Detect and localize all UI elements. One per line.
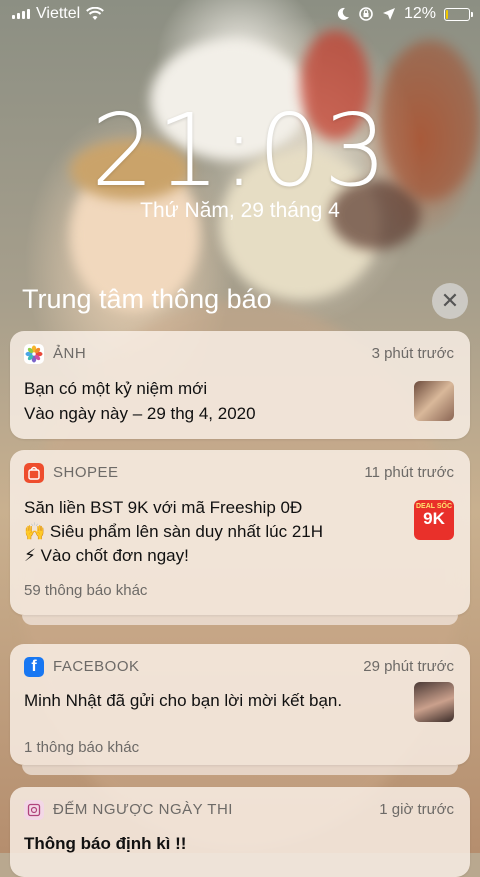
memory-thumbnail (414, 381, 454, 421)
facebook-icon: f (24, 657, 44, 677)
carrier-name: Viettel (36, 5, 81, 22)
notification-title: Bạn có một kỷ niệm mới (24, 379, 208, 398)
deal-price: 9K (423, 509, 445, 528)
location-icon (382, 8, 395, 20)
more-notifications[interactable]: 59 thông báo khác (24, 582, 147, 599)
close-icon[interactable]: ✕ (432, 283, 468, 319)
battery-icon (444, 7, 473, 21)
status-right: 12% (336, 5, 473, 23)
battery-fill (446, 9, 448, 19)
notification-center-title: Trung tâm thông báo (22, 284, 272, 314)
stack-edge (22, 615, 458, 625)
avatar (414, 682, 454, 722)
rotation-lock-icon (359, 7, 373, 21)
notification-body-line1: 🙌 Siêu phẩm lên sàn duy nhất lúc 21H (24, 522, 324, 541)
stack-edge (22, 765, 458, 775)
countdown-icon (24, 800, 44, 820)
notification-time: 3 phút trước (371, 345, 454, 362)
lock-clock: 21:03 (90, 92, 390, 209)
notification-countdown[interactable]: ĐẾM NGƯỢC NGÀY THI 1 giờ trước Thông báo… (10, 787, 470, 877)
signal-icon (12, 9, 30, 19)
notification-body: Vào ngày này – 29 thg 4, 2020 (24, 404, 256, 423)
notification-time: 29 phút trước (363, 658, 454, 675)
more-notifications[interactable]: 1 thông báo khác (24, 739, 139, 756)
notification-body: Minh Nhật đã gửi cho bạn lời mời kết bạn… (24, 691, 343, 710)
lock-date: Thứ Năm, 29 tháng 4 (140, 199, 340, 222)
notification-shopee[interactable]: SHOPEE 11 phút trước Săn liền BST 9K với… (10, 450, 470, 615)
battery-percent: 12% (403, 5, 436, 22)
shopee-icon (24, 463, 44, 483)
carrier-group: Viettel (12, 5, 105, 23)
wifi-icon (86, 7, 105, 20)
app-name: ẢNH (53, 345, 87, 362)
app-name: FACEBOOK (53, 658, 140, 675)
notification-facebook[interactable]: f FACEBOOK 29 phút trước Minh Nhật đã gử… (10, 644, 470, 765)
moon-icon (337, 7, 349, 20)
deal-thumbnail: DEAL SỐC 9K (414, 500, 454, 540)
photos-icon (24, 344, 44, 364)
notification-title: Thông báo định kì !! (24, 834, 187, 853)
app-name: ĐẾM NGƯỢC NGÀY THI (53, 801, 233, 818)
notification-photos[interactable]: ẢNH 3 phút trước Bạn có một kỷ niệm mới … (10, 331, 470, 439)
notification-time: 11 phút trước (364, 464, 454, 481)
notification-title: Săn liền BST 9K với mã Freeship 0Đ (24, 498, 303, 517)
notification-time: 1 giờ trước (379, 801, 454, 818)
app-name: SHOPEE (53, 464, 119, 481)
status-bar: Viettel 12% (0, 0, 480, 28)
notification-body-line2: ⚡ Vào chốt đơn ngay! (24, 546, 189, 565)
